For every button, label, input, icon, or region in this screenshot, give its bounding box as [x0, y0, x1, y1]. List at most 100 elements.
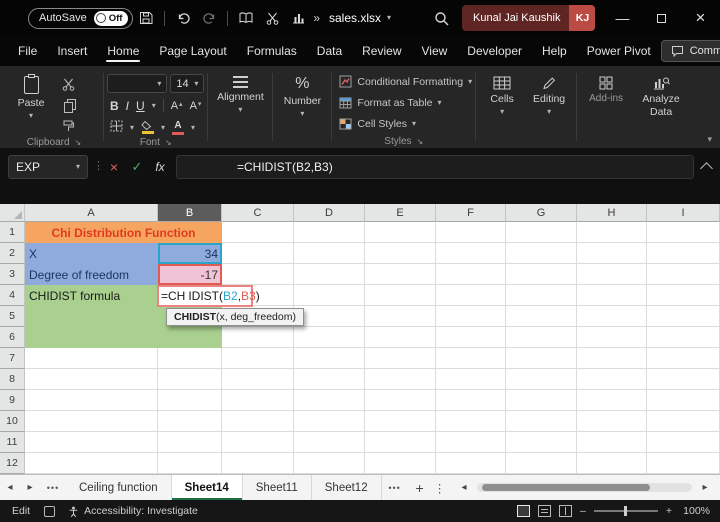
formula-input[interactable]: =CHIDIST(B2,B3): [176, 155, 694, 179]
row-header-4[interactable]: 4: [0, 285, 25, 306]
cell-E4[interactable]: [365, 285, 436, 306]
filled-cell-A2[interactable]: X: [25, 243, 158, 264]
cell-E5[interactable]: [365, 306, 436, 327]
cell-A10[interactable]: [25, 411, 158, 432]
paste-button[interactable]: Paste ▾: [8, 68, 54, 137]
editing-cell-B4[interactable]: =CHIDIST(B2,B3): [157, 285, 253, 307]
cell-C7[interactable]: [222, 348, 294, 369]
cell-A8[interactable]: [25, 369, 158, 390]
account-button[interactable]: Kunal Jai Kaushik KJ: [462, 5, 595, 31]
cell-H12[interactable]: [577, 453, 647, 474]
cell-F8[interactable]: [436, 369, 506, 390]
save-button[interactable]: [133, 5, 159, 31]
font-color-button[interactable]: A: [172, 121, 184, 135]
borders-dropdown-icon[interactable]: ▾: [130, 124, 134, 132]
cell-F6[interactable]: [436, 327, 506, 348]
cell-H5[interactable]: [577, 306, 647, 327]
tab-file[interactable]: File: [8, 36, 47, 66]
column-header-D[interactable]: D: [294, 204, 365, 222]
cell-C8[interactable]: [222, 369, 294, 390]
cell-H9[interactable]: [577, 390, 647, 411]
cut-button[interactable]: [62, 78, 75, 96]
cell-D3[interactable]: [294, 264, 365, 285]
cell-E7[interactable]: [365, 348, 436, 369]
macro-record-button[interactable]: [44, 506, 55, 517]
row-header-7[interactable]: 7: [0, 348, 25, 369]
cell-B11[interactable]: [158, 432, 222, 453]
undo-button[interactable]: [170, 5, 196, 31]
cell-C9[interactable]: [222, 390, 294, 411]
row-header-10[interactable]: 10: [0, 411, 25, 432]
tab-home[interactable]: Home: [97, 36, 149, 66]
cell-C11[interactable]: [222, 432, 294, 453]
filled-cell-A6[interactable]: [25, 327, 158, 348]
scrollbar-track[interactable]: [477, 483, 692, 492]
filled-cell-A5[interactable]: [25, 306, 158, 327]
collapse-ribbon-icon[interactable]: ▾: [707, 134, 712, 145]
cell-F1[interactable]: [436, 222, 506, 243]
minimize-button[interactable]: —: [603, 0, 642, 36]
dialog-launcher-icon[interactable]: ↘: [165, 138, 172, 147]
cell-H10[interactable]: [577, 411, 647, 432]
sheet-tab-ceiling-function[interactable]: Ceiling function: [66, 475, 172, 500]
cells-button[interactable]: Cells ▾: [479, 68, 525, 116]
cell-I7[interactable]: [647, 348, 720, 369]
cell-G8[interactable]: [506, 369, 577, 390]
scrollbar-thumb[interactable]: [482, 484, 650, 491]
column-header-B[interactable]: B: [158, 204, 222, 222]
filled-cell-B2[interactable]: 34: [158, 243, 222, 264]
zoom-level[interactable]: 100%: [680, 505, 710, 517]
close-button[interactable]: ×: [681, 0, 720, 36]
cell-D5[interactable]: [294, 306, 365, 327]
filled-cell-A1[interactable]: Chi Distribution Function: [25, 222, 222, 243]
cell-I12[interactable]: [647, 453, 720, 474]
cell-H4[interactable]: [577, 285, 647, 306]
cell-B12[interactable]: [158, 453, 222, 474]
tab-insert[interactable]: Insert: [47, 36, 97, 66]
select-all-button[interactable]: [0, 204, 25, 222]
cell-D10[interactable]: [294, 411, 365, 432]
underline-dropdown-icon[interactable]: ▾: [152, 102, 156, 110]
cell-D7[interactable]: [294, 348, 365, 369]
autosave-switch[interactable]: Off: [94, 11, 129, 26]
new-sheet-button[interactable]: +: [408, 475, 432, 500]
cell-B7[interactable]: [158, 348, 222, 369]
row-header-11[interactable]: 11: [0, 432, 25, 453]
fill-color-dropdown-icon[interactable]: ▾: [161, 124, 165, 132]
row-header-9[interactable]: 9: [0, 390, 25, 411]
dialog-launcher-icon[interactable]: ↘: [75, 138, 82, 147]
number-button[interactable]: % Number ▾: [276, 68, 328, 118]
column-header-E[interactable]: E: [365, 204, 436, 222]
cell-H3[interactable]: [577, 264, 647, 285]
cell-E2[interactable]: [365, 243, 436, 264]
cell-F5[interactable]: [436, 306, 506, 327]
zoom-in-button[interactable]: +: [666, 505, 672, 517]
enter-button[interactable]: ✓: [126, 155, 148, 179]
cell-D9[interactable]: [294, 390, 365, 411]
fill-color-button[interactable]: [141, 121, 154, 134]
tab-scroll-right-icon[interactable]: ▸: [20, 475, 40, 500]
more-sheets-left-button[interactable]: •••: [40, 475, 66, 500]
cell-H8[interactable]: [577, 369, 647, 390]
cell-I3[interactable]: [647, 264, 720, 285]
borders-button[interactable]: [110, 120, 123, 135]
name-box[interactable]: EXP ▾: [8, 155, 88, 179]
cell-D2[interactable]: [294, 243, 365, 264]
addins-button[interactable]: [580, 68, 632, 90]
cell-I9[interactable]: [647, 390, 720, 411]
bold-button[interactable]: B: [110, 99, 119, 113]
cell-F2[interactable]: [436, 243, 506, 264]
row-header-6[interactable]: 6: [0, 327, 25, 348]
cell-G3[interactable]: [506, 264, 577, 285]
cell-I4[interactable]: [647, 285, 720, 306]
cell-D11[interactable]: [294, 432, 365, 453]
cell-G2[interactable]: [506, 243, 577, 264]
autosave-toggle[interactable]: AutoSave Off: [28, 8, 133, 29]
accessibility-checker-button[interactable]: Accessibility: Investigate: [68, 505, 198, 517]
cell-E12[interactable]: [365, 453, 436, 474]
cell-A11[interactable]: [25, 432, 158, 453]
cell-A12[interactable]: [25, 453, 158, 474]
filled-cell-B6[interactable]: [158, 327, 222, 348]
column-header-I[interactable]: I: [647, 204, 720, 222]
cell-F7[interactable]: [436, 348, 506, 369]
